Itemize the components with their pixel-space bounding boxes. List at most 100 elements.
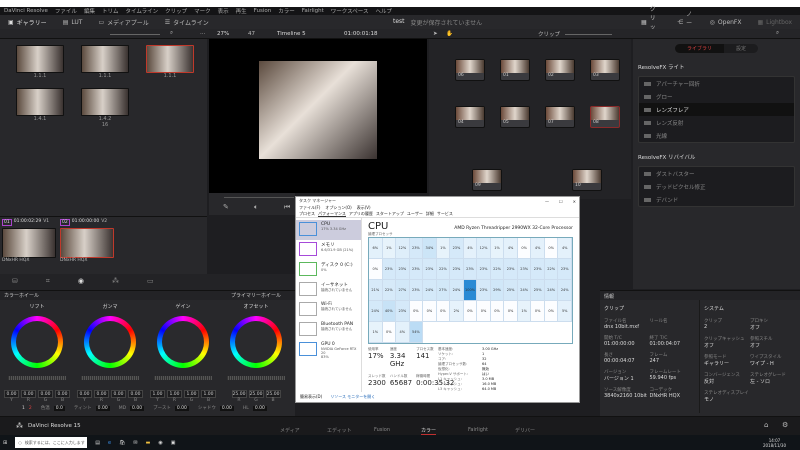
node-zoom-slider[interactable] — [565, 34, 612, 35]
tm-resource-item[interactable]: Wi-Fi 接続されていません — [296, 300, 361, 320]
wheel-value[interactable]: 0.00 — [21, 390, 36, 398]
tm-tab[interactable]: 詳細 — [426, 211, 434, 217]
camera-raw-icon[interactable]: ⛁ — [12, 277, 18, 287]
tab-settings[interactable]: 設定 — [724, 44, 759, 53]
menu-item[interactable]: 編集 — [84, 7, 95, 15]
tm-tab[interactable]: ユーザー — [407, 211, 423, 217]
color-wheel[interactable] — [157, 316, 209, 368]
tab-library[interactable]: ライブラリ — [674, 44, 724, 53]
menu-item[interactable]: クリップ — [165, 7, 187, 15]
explorer-icon[interactable]: ▬ — [146, 440, 151, 446]
tm-resource-item[interactable]: イーサネット 接続されていません — [296, 280, 361, 300]
color-node[interactable]: 10 — [572, 169, 602, 191]
gallery-still[interactable]: 1.1.1 — [81, 45, 129, 79]
color-node[interactable]: 08 — [590, 106, 620, 128]
home-icon[interactable]: ⌂ — [764, 421, 768, 429]
rgb-mixer-icon[interactable]: ⁂ — [112, 277, 119, 287]
master-wheel-slider[interactable] — [8, 376, 66, 380]
search-icon[interactable]: ⌕ — [170, 30, 173, 37]
page-tab[interactable]: エディット — [327, 427, 352, 434]
tm-tab[interactable]: プロセス — [299, 211, 315, 217]
hand-icon[interactable]: ✋ — [446, 31, 453, 37]
wheel-value[interactable]: 25.00 — [231, 390, 247, 398]
taskbar-search[interactable]: ○ 検索するには、ここに入力します — [15, 437, 88, 448]
resolve-taskbar-icon[interactable]: ◉ — [158, 440, 162, 446]
wheel-value[interactable]: 25.00 — [265, 390, 281, 398]
color-wheel[interactable] — [11, 316, 63, 368]
color-node[interactable]: 07 — [545, 106, 575, 128]
menu-item[interactable]: Fusion — [254, 8, 272, 14]
color-match-icon[interactable]: ⌗ — [46, 277, 50, 287]
adjust-value[interactable]: 0.00 — [95, 405, 110, 411]
color-wheels-icon[interactable]: ◉ — [78, 277, 84, 287]
menu-item[interactable]: マーク — [194, 7, 211, 15]
adjust-value[interactable]: 0.00 — [219, 405, 234, 411]
color-wheel[interactable] — [230, 316, 282, 368]
color-node[interactable]: 01 — [500, 59, 530, 81]
tm-tab[interactable]: アプリの履歴 — [349, 211, 373, 217]
motion-effects-icon[interactable]: ▭ — [147, 277, 154, 287]
settings-icon[interactable]: ⚙ — [782, 421, 788, 429]
speaker-icon[interactable]: 🔈︎ — [254, 203, 258, 212]
wheel-value[interactable]: 0.00 — [38, 390, 53, 398]
menu-item[interactable]: タイムライン — [125, 7, 158, 15]
start-icon[interactable]: ⊞ — [3, 440, 7, 446]
minimize-icon[interactable]: — — [545, 199, 549, 204]
menu-item[interactable]: ワークスペース — [331, 7, 369, 15]
timeline-clip[interactable]: 02 01:00:00:00 V2 DNxHR HQX — [60, 219, 116, 263]
maximize-icon[interactable]: ☐ — [559, 199, 563, 204]
store-icon[interactable]: 🛍︎ — [119, 440, 125, 446]
gallery-still[interactable]: 1.4.2 16 — [81, 88, 129, 128]
tm-resource-item[interactable]: ディスク 0 (C:) 0% — [296, 260, 361, 280]
adjust-value[interactable]: 0.00 — [130, 405, 145, 411]
page-tab[interactable]: カラー — [421, 427, 437, 435]
wheel-value[interactable]: 25.00 — [248, 390, 264, 398]
menu-item[interactable]: Fairlight — [302, 8, 324, 14]
node-mode-selector[interactable]: クリップ — [538, 30, 560, 38]
tm-resource-item[interactable]: CPU 17% 3.34 GHz — [296, 220, 361, 240]
page-tab[interactable]: メディア — [280, 427, 300, 434]
fx-item[interactable]: デバンド — [639, 193, 794, 206]
menu-item[interactable]: ヘルプ — [375, 7, 392, 15]
pointer-icon[interactable]: ➤ — [433, 31, 438, 37]
fx-search-icon[interactable]: ⌕ — [776, 30, 779, 37]
skip-back-icon[interactable]: ⏮︎ — [284, 203, 290, 212]
master-wheel-slider[interactable] — [227, 376, 285, 380]
tm-tab[interactable]: スタートアップ — [376, 211, 404, 217]
page-tab[interactable]: Fairlight — [468, 427, 488, 433]
master-wheel-slider[interactable] — [154, 376, 212, 380]
resource-monitor-link[interactable]: リソース モニターを開く — [330, 394, 375, 400]
color-node[interactable]: 02 — [545, 59, 575, 81]
wheel-value[interactable]: 0.00 — [77, 390, 92, 398]
edge-icon[interactable]: e — [108, 440, 111, 446]
wheel-value[interactable]: 0.00 — [4, 390, 19, 398]
menu-item[interactable]: ファイル — [55, 7, 77, 15]
color-node[interactable]: 06 — [455, 59, 485, 81]
tm-tab[interactable]: パフォーマンス — [318, 211, 346, 217]
color-node[interactable]: 09 — [472, 169, 502, 191]
gallery-still[interactable]: 1.1.1 — [146, 45, 194, 79]
tm-resource-item[interactable]: Bluetooth PAN 接続されていません — [296, 320, 361, 340]
adjust-value[interactable]: 0.0 — [53, 405, 65, 411]
color-wheel[interactable] — [84, 316, 136, 368]
brush-icon[interactable]: ✎ — [223, 203, 229, 211]
page-tab[interactable]: デリバー — [515, 427, 535, 434]
tm-tab[interactable]: サービス — [437, 211, 453, 217]
fx-item[interactable]: ダストバスター — [639, 167, 794, 180]
mail-icon[interactable]: ✉ — [133, 440, 137, 446]
color-node[interactable]: 03 — [590, 59, 620, 81]
tm-resource-item[interactable]: GPU 0 NVIDIA GeForce RTX 20 83% — [296, 340, 361, 360]
timeline-clip[interactable]: 01 01:00:02:29 V1 DNxHR HQX — [2, 219, 58, 263]
wheel-value[interactable]: 0.00 — [128, 390, 143, 398]
task-view-icon[interactable]: ▤ — [95, 440, 100, 446]
menu-item[interactable]: DaVinci Resolve — [4, 8, 48, 14]
menu-item[interactable]: カラー — [278, 7, 295, 15]
gallery-button[interactable]: ▣ ギャラリー — [0, 18, 55, 27]
fx-item[interactable]: レンズフレア — [639, 103, 794, 116]
wheel-value[interactable]: 1.00 — [201, 390, 216, 398]
wheel-mode-selector[interactable]: プライマリーホイール — [231, 292, 281, 299]
timeline-button[interactable]: ☰ タイムライン — [157, 18, 217, 27]
timeline-selector[interactable]: Timeline 5 — [277, 31, 306, 37]
page-1-button[interactable]: 1 — [22, 406, 25, 411]
gallery-still[interactable]: 1.1.1 — [16, 45, 64, 79]
